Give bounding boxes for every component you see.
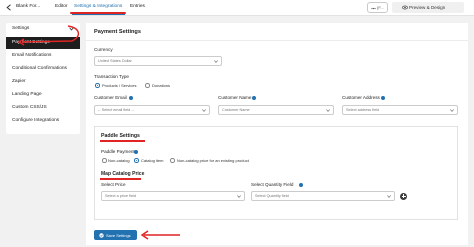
shortcode-button[interactable]: (F... <box>367 2 388 13</box>
transaction-type-label: Transaction Type <box>94 74 129 79</box>
sidebar-item-configure-integrations[interactable]: Configure Integrations <box>12 118 59 123</box>
radio-label-products-services: Products / Services <box>102 83 137 88</box>
tab-entries[interactable]: Entries <box>130 4 145 9</box>
annotation-underline <box>70 12 126 14</box>
radio-catalog-item[interactable] <box>134 158 139 163</box>
chevron-down-icon <box>387 195 391 198</box>
preview-design-button[interactable]: Preview & Design <box>392 2 464 13</box>
form-title[interactable]: Blank For... <box>16 4 40 9</box>
radio-label-donations: Donations <box>152 83 171 88</box>
radio-donations[interactable] <box>145 83 150 88</box>
annotation-underline <box>100 140 145 142</box>
eye-icon <box>402 5 408 10</box>
customer-name-select[interactable]: Customer Name <box>218 105 334 115</box>
preview-label: Preview & Design <box>409 4 446 10</box>
map-catalog-price-title: Map Catalog Price <box>101 171 145 177</box>
radio-label-non-catalog-existing: Non-catalog price for an existing produc… <box>177 158 249 163</box>
annotation-underline <box>100 178 141 180</box>
sidebar-item-conditional-confirmations[interactable]: Conditional Confirmations <box>12 66 67 71</box>
customer-address-placeholder: Select address field <box>346 108 380 113</box>
select-quantity-field[interactable]: Select Quantity field <box>251 191 395 201</box>
sidebar-item-custom-css-js[interactable]: Custom CSS/JS <box>12 105 47 110</box>
tab-editor[interactable]: Editor <box>55 4 68 9</box>
customer-name-placeholder: Customer Name <box>222 108 250 113</box>
sidebar-item-landing-page[interactable]: Landing Page <box>12 92 42 97</box>
chevron-down-icon <box>450 109 454 112</box>
paddle-settings-section: Paddle Settings Paddle Payment Non-catal… <box>94 126 458 220</box>
currency-label: Currency <box>94 47 113 52</box>
save-settings-label: Save Settings <box>106 232 131 238</box>
annotation-arrow <box>140 230 180 240</box>
radio-non-catalog[interactable] <box>102 158 107 163</box>
chevron-down-icon <box>202 109 206 112</box>
payment-settings-panel: Payment Settings Currency United States … <box>86 23 468 245</box>
customer-address-label: Customer Address <box>342 95 380 100</box>
radio-non-catalog-existing[interactable] <box>170 158 175 163</box>
paddle-settings-title: Paddle Settings <box>101 133 140 139</box>
dots-icon <box>371 7 376 10</box>
currency-select[interactable]: United States Dollar <box>94 56 222 66</box>
radio-label-non-catalog: Non-catalog <box>108 158 130 163</box>
annotation-arrow <box>17 25 79 46</box>
info-icon[interactable] <box>129 95 133 100</box>
customer-name-label: Customer Name <box>218 95 252 100</box>
chevron-down-icon <box>237 195 241 198</box>
sidebar-item-zapier[interactable]: Zapier <box>12 79 26 84</box>
customer-email-placeholder: -- Select email field -- <box>98 108 134 113</box>
customer-email-label: Customer Email <box>94 95 127 100</box>
info-icon[interactable] <box>252 95 256 100</box>
top-bar: Blank For... Editor Settings & Integrati… <box>0 0 474 16</box>
save-settings-button[interactable]: Save Settings <box>94 230 137 240</box>
page-title: Payment Settings <box>94 29 141 35</box>
select-price-field[interactable]: Select a price field <box>101 191 245 201</box>
customer-email-select[interactable]: -- Select email field -- <box>94 105 210 115</box>
select-quantity-label: Select Quantity Field <box>251 182 294 187</box>
select-price-placeholder: Select a price field <box>105 194 137 199</box>
tab-settings-integrations[interactable]: Settings & Integrations <box>74 4 122 9</box>
plus-icon[interactable] <box>400 192 407 200</box>
divider <box>86 40 468 41</box>
info-icon[interactable] <box>381 95 385 100</box>
customer-address-select[interactable]: Select address field <box>342 105 458 115</box>
back-arrow-icon[interactable] <box>6 4 12 11</box>
select-quantity-placeholder: Select Quantity field <box>255 194 289 199</box>
select-price-label: Select Price <box>101 182 126 187</box>
check-circle-icon <box>99 232 104 238</box>
chevron-down-icon <box>214 60 218 63</box>
info-icon[interactable] <box>134 149 138 154</box>
info-icon[interactable] <box>299 182 303 187</box>
active-tab-indicator <box>72 14 125 15</box>
currency-value: United States Dollar <box>98 59 132 64</box>
shortcode-label: (F... <box>377 5 384 10</box>
paddle-payment-label: Paddle Payment <box>101 149 135 154</box>
radio-label-catalog-item: Catalog item <box>141 158 164 163</box>
chevron-down-icon <box>326 109 330 112</box>
radio-products-services[interactable] <box>95 83 100 88</box>
sidebar-item-email-notifications[interactable]: Email Notifications <box>12 53 51 58</box>
